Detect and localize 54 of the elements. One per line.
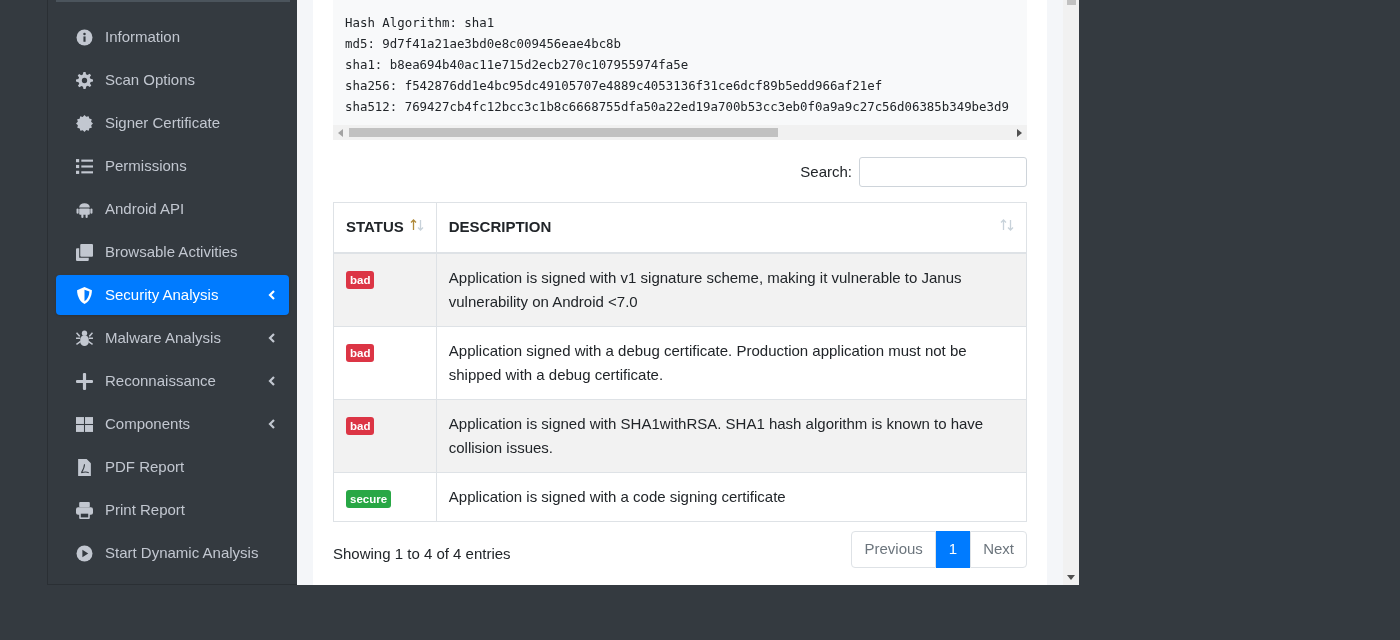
column-header[interactable]: DESCRIPTION [436,202,1027,253]
code-line: md5: 9d7f41a21ae3bd0e8c009456eae4bc8b [345,35,622,53]
bug-icon [76,329,93,347]
list-icon [76,157,93,175]
scroll-right-icon[interactable] [1017,128,1022,137]
pdf-file-icon [76,458,93,476]
robot-icon [76,200,93,218]
sidebar-item[interactable]: Signer Certificate [56,103,289,143]
entries-info: Showing 1 to 4 of 4 entries [333,544,511,565]
table-cell: Application is signed with SHA1withRSA. SHA1 hash algorithm is known to have collision issues. [436,399,1027,472]
code-line: sha1: b8ea694b40ac11e715d2ecb270c107955974fa5e [345,56,690,74]
gear-icon [76,71,93,89]
status-badge: bad [346,343,375,362]
code-line: Hash Algorithm: sha1 [345,14,496,32]
status-badge: secure [346,489,392,508]
info-icon [76,28,93,46]
search-field[interactable] [859,157,1027,187]
sidebar-item[interactable]: Reconnaissance [56,361,289,401]
sidebar-item[interactable]: Start Dynamic Analysis [56,533,289,573]
sidebar-item[interactable]: Information [56,17,289,57]
sidebar-item[interactable]: Permissions [56,146,289,186]
table-cell: Application is signed with v1 signature scheme, making it vulnerable to Janus vulnerability on Android <7.0 [436,252,1027,326]
sidebar-item[interactable]: Scan Options [56,60,289,100]
scroll-left-icon[interactable] [338,128,343,137]
sidebar-item[interactable]: Android API [56,189,289,229]
status-badge: bad [346,416,375,435]
table-cell: Application is signed with a code signing certificate [436,472,1027,522]
sidebar-item[interactable]: Components [56,404,289,444]
plus-icon [76,372,93,390]
column-header[interactable]: STATUS [333,202,437,253]
status-badge: bad [346,270,375,289]
grid-icon [76,415,93,433]
table-cell: Application signed with a debug certificate. Production application must not be shipped with a debug certificate. [436,326,1027,399]
sidebar-item[interactable]: Browsable Activities [56,232,289,272]
play-icon [76,544,93,562]
pagination-button[interactable]: 1 [935,531,971,568]
search-label: Search: [800,161,852,182]
code-line: sha256: f542876dd1e4bc95dc49105707e4889c4053136f31ce6dcf89b5edd966af21ef [345,77,884,95]
sidebar-item[interactable]: Malware Analysis [56,318,289,358]
sidebar-item[interactable]: PDF Report [56,447,289,487]
printer-icon [76,501,93,519]
pagination-button[interactable]: Previous [851,531,936,568]
pagination-button[interactable]: Next [970,531,1027,568]
copy-icon [76,243,93,261]
scroll-down-icon[interactable] [1067,575,1075,580]
horizontal-scrollbar[interactable] [333,125,1027,140]
sidebar-item[interactable]: Print Report [56,490,289,530]
scrollbar-thumb[interactable] [349,128,778,137]
scrollbar-thumb[interactable] [1067,0,1076,5]
shield-icon [76,286,93,304]
code-line: sha512: 769427cb4fc12bcc3c1b8c6668755dfa50a22ed19a700b53cc3eb0f0a9a9c27c56d06385b349be3d9 [345,98,1010,116]
sidebar-item[interactable]: Security Analysis [56,275,289,315]
vertical-scrollbar[interactable] [1063,0,1079,585]
seal-icon [76,114,93,132]
